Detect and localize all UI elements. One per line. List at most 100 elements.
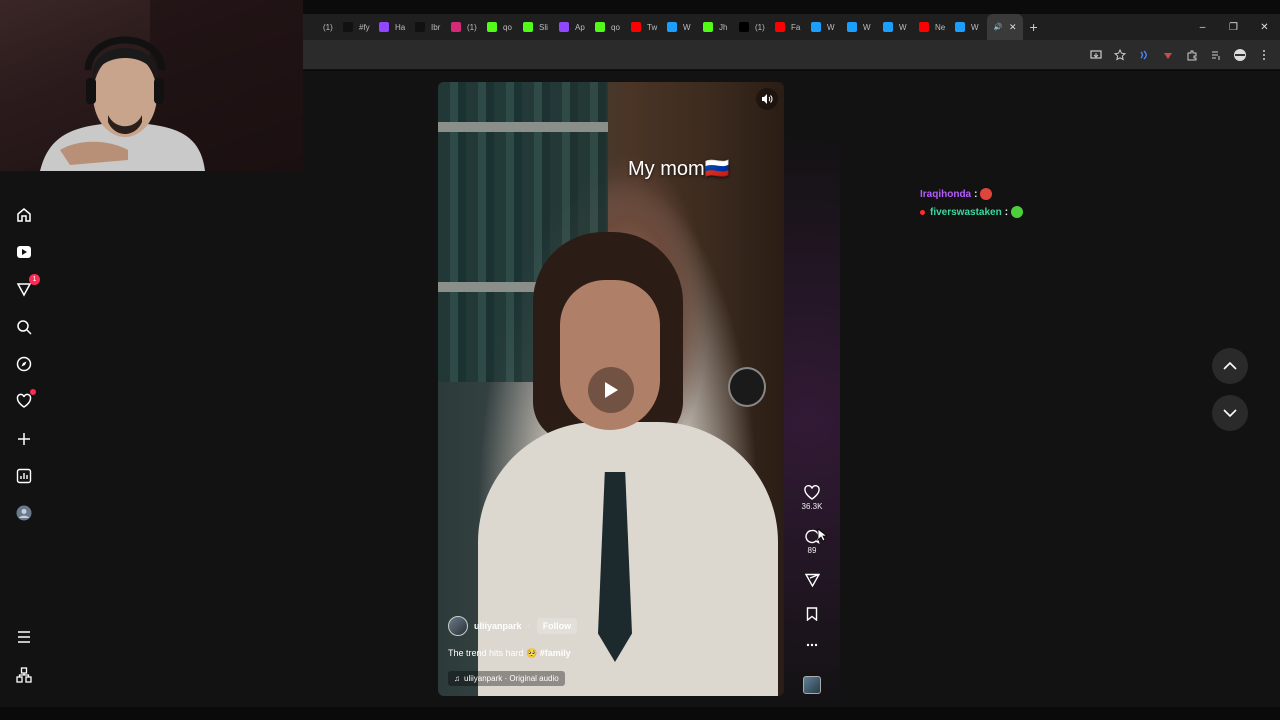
extensions-puzzle-icon[interactable]: [1182, 45, 1202, 65]
more-options-button[interactable]: [796, 643, 828, 647]
chevron-down-icon: [1223, 409, 1237, 417]
youtube-icon[interactable]: [14, 242, 34, 262]
description-text: The trend hits hard 🥺: [448, 648, 540, 658]
chat-message: fiverswastaken:: [920, 203, 1024, 221]
author-avatar[interactable]: [448, 616, 468, 636]
analytics-icon[interactable]: [14, 466, 34, 486]
browser-tab[interactable]: W: [663, 14, 699, 40]
activity-icon[interactable]: [14, 389, 36, 411]
play-button[interactable]: [588, 367, 634, 413]
hashtag-link[interactable]: #family: [540, 648, 571, 658]
close-window-button[interactable]: ✕: [1249, 14, 1280, 40]
bookmark-star-icon[interactable]: [1110, 45, 1130, 65]
tab-label: W: [971, 22, 979, 32]
browser-menu-icon[interactable]: [1254, 45, 1274, 65]
music-link[interactable]: ♫ uliiyanpark · Original audio: [448, 671, 565, 686]
stream-chat-overlay: Iraqihonda: fiverswastaken:: [920, 185, 1024, 221]
browser-tab[interactable]: (1): [447, 14, 483, 40]
browser-tab[interactable]: Ha: [375, 14, 411, 40]
share-button[interactable]: [796, 573, 828, 587]
volume-button[interactable]: [756, 88, 778, 110]
chat-separator: :: [1004, 206, 1009, 218]
upload-icon[interactable]: [14, 429, 34, 449]
tab-label: (1): [467, 22, 477, 32]
twitch-icon: [379, 22, 389, 32]
browser-tab[interactable]: Sli: [519, 14, 555, 40]
browser-tab[interactable]: Ne: [915, 14, 951, 40]
browser-tab[interactable]: Tw: [627, 14, 663, 40]
browser-tab[interactable]: qo: [591, 14, 627, 40]
minimize-button[interactable]: –: [1187, 14, 1218, 40]
save-button[interactable]: [796, 607, 828, 621]
new-tab-button[interactable]: +: [1023, 14, 1045, 40]
active-browser-tab[interactable]: 🔊 ✕: [987, 14, 1023, 40]
like-count: 36.3K: [801, 502, 823, 511]
web-icon: [955, 22, 965, 32]
web-icon: [847, 22, 857, 32]
browser-tab[interactable]: W: [843, 14, 879, 40]
speaker-icon: 🔊: [993, 24, 1003, 31]
next-video-button[interactable]: [1212, 395, 1248, 431]
profile-icon[interactable]: [1230, 45, 1250, 65]
tab-list: (1) #fy Ha Ibr (1) qo Sli Ap qo Tw W Jh (1) Fa W W W Ne W 🔊…: [303, 14, 1045, 40]
tab-label: Ne: [935, 22, 946, 32]
video-overlay-caption: My mom🇷🇺: [628, 158, 730, 180]
search-icon[interactable]: [14, 317, 34, 337]
web-icon: [811, 22, 821, 32]
browser-tab[interactable]: (1): [735, 14, 771, 40]
tab-label: W: [863, 22, 871, 32]
video-player[interactable]: My mom🇷🇺 uliiyanpark • Follow The trend …: [438, 82, 784, 696]
inbox-icon[interactable]: 1: [14, 274, 40, 299]
browser-tab[interactable]: Ap: [555, 14, 591, 40]
install-app-icon[interactable]: [1086, 45, 1106, 65]
video-description: The trend hits hard 🥺 #family: [448, 648, 768, 659]
chat-username[interactable]: Iraqihonda: [920, 189, 971, 200]
browser-tab[interactable]: Fa: [771, 14, 807, 40]
chat-emote-icon: [1011, 206, 1024, 218]
extension-red-icon[interactable]: [1158, 45, 1178, 65]
sound-thumbnail[interactable]: [803, 676, 821, 694]
tab-label: (1): [323, 22, 333, 32]
chat-separator: :: [974, 188, 978, 200]
chat-emote-icon: [980, 188, 993, 200]
browser-tab[interactable]: W: [951, 14, 987, 40]
browser-tab[interactable]: (1): [303, 14, 339, 40]
apps-icon[interactable]: [14, 665, 34, 685]
media-controls-icon[interactable]: [1206, 45, 1226, 65]
home-icon[interactable]: [14, 205, 34, 225]
tiktok-icon: [415, 22, 425, 32]
browser-tab[interactable]: Ibr: [411, 14, 447, 40]
web-icon: [667, 22, 677, 32]
restore-button[interactable]: ❐: [1218, 14, 1249, 40]
tab-label: Jh: [719, 22, 728, 32]
tab-label: qo: [611, 22, 620, 32]
author-separator: •: [527, 621, 531, 631]
previous-video-button[interactable]: [1212, 348, 1248, 384]
browser-tab[interactable]: #fy: [339, 14, 375, 40]
explore-icon[interactable]: [14, 354, 34, 374]
browser-tab[interactable]: W: [879, 14, 915, 40]
tab-label: (1): [755, 22, 765, 32]
browser-tab[interactable]: Jh: [699, 14, 735, 40]
kick-icon: [523, 22, 533, 32]
streamer-webcam-image: [40, 0, 303, 171]
youtube-icon: [919, 22, 929, 32]
tab-label: Ha: [395, 22, 406, 32]
tab-label: Sli: [539, 22, 548, 32]
author-name[interactable]: uliiyanpark: [474, 621, 522, 631]
tab-label: Fa: [791, 22, 801, 32]
video-meta: uliiyanpark • Follow The trend hits hard…: [448, 616, 768, 686]
browser-tab[interactable]: qo: [483, 14, 519, 40]
menu-icon[interactable]: [14, 627, 34, 647]
chat-username[interactable]: fiverswastaken: [930, 207, 1002, 218]
follow-button[interactable]: Follow: [536, 618, 578, 634]
extension-blue-icon[interactable]: [1134, 45, 1154, 65]
kick-icon: [703, 22, 713, 32]
notification-badge: 1: [29, 274, 40, 285]
browser-tab[interactable]: W: [807, 14, 843, 40]
tab-label: #fy: [359, 22, 370, 32]
like-button[interactable]: 36.3K: [796, 485, 828, 511]
close-tab-icon[interactable]: ✕: [1009, 22, 1017, 33]
x-icon: [739, 22, 749, 32]
profile-avatar[interactable]: [14, 503, 34, 523]
